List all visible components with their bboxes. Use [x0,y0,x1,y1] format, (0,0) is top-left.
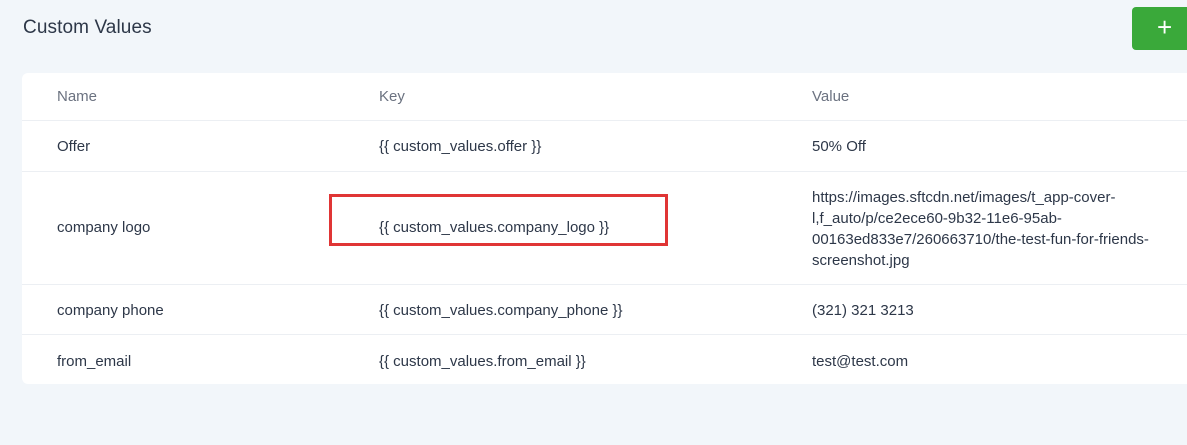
page-title: Custom Values [23,17,152,38]
table-row[interactable]: company logo {{ custom_values.company_lo… [22,172,1187,285]
table-row[interactable]: company phone {{ custom_values.company_p… [22,285,1187,335]
row-name: company phone [57,302,164,319]
column-header-key[interactable]: Key [379,88,405,105]
column-header-value[interactable]: Value [812,88,849,105]
row-key: {{ custom_values.from_email }} [379,353,586,370]
row-value: test@test.com [812,353,909,370]
table-row[interactable]: from_email {{ custom_values.from_email }… [22,335,1187,384]
row-value: (321) 321 3213 [812,302,914,319]
row-key: {{ custom_values.company_logo }} [379,219,610,236]
table-header: Name Key Value [22,73,1187,121]
row-name: from_email [57,353,132,370]
row-name: Offer [57,138,91,155]
row-key: {{ custom_values.company_phone }} [379,302,623,319]
column-header-name[interactable]: Name [57,88,97,105]
row-value: https://images.sftcdn.net/images/t_app-c… [812,189,1149,269]
add-custom-value-button[interactable]: + [1132,7,1187,50]
row-key: {{ custom_values.offer }} [379,138,542,155]
row-name: company logo [57,219,151,236]
table-row[interactable]: Offer {{ custom_values.offer }} 50% Off [22,121,1187,172]
plus-icon: + [1157,12,1173,42]
row-value: 50% Off [812,138,866,155]
custom-values-table: Name Key Value Offer {{ custom_values.of… [22,73,1187,384]
